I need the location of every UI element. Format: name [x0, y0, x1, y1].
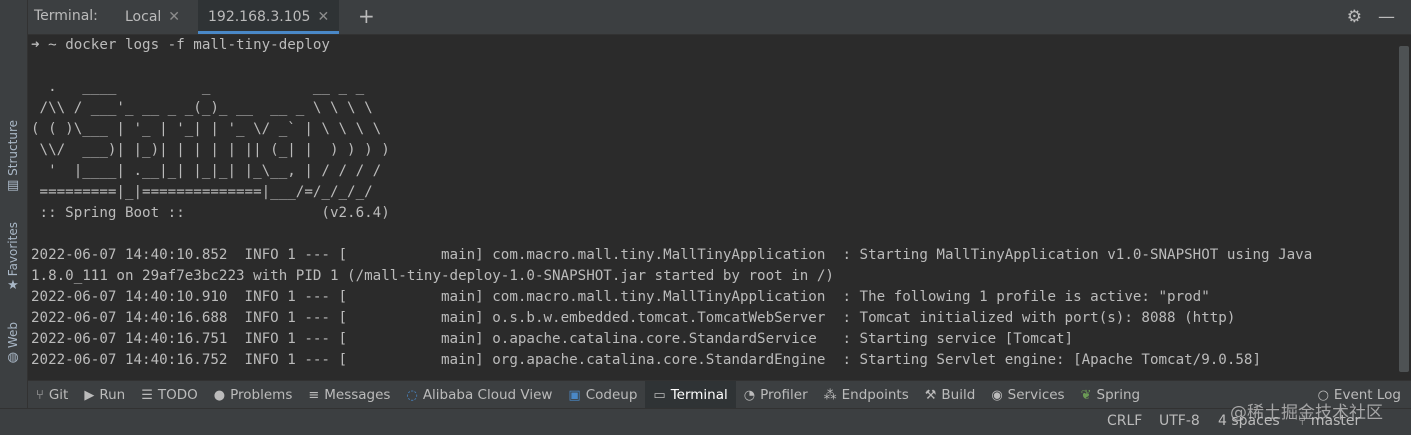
close-icon[interactable]: ✕ [168, 9, 180, 25]
line-separator-widget[interactable]: CRLF [1107, 413, 1142, 429]
blank-line [31, 56, 1397, 77]
log-line: 2022-06-07 14:40:16.751 INFO 1 --- [ mai… [31, 331, 1074, 347]
prompt-arrow-icon: ➜ [31, 37, 40, 53]
profiler-icon: ◔ [743, 387, 756, 403]
tool-spring[interactable]: ❦ Spring [1073, 381, 1148, 409]
left-tool-strip: Structure ▤ Favorites ★ Web ◍ [0, 0, 28, 408]
web-label: Web [6, 322, 20, 349]
spring-icon: ❦ [1080, 387, 1092, 403]
tool-label: Git [48, 387, 69, 403]
scrollbar-thumb[interactable] [1399, 46, 1409, 372]
tool-label: Terminal [670, 387, 728, 403]
services-icon: ◉ [991, 387, 1003, 403]
favorites-tool-tab[interactable]: Favorites ★ [2, 222, 24, 293]
tool-alibaba-cloud-view[interactable]: ◌ Alibaba Cloud View [398, 381, 560, 409]
new-tab-plus-icon[interactable]: + [358, 4, 375, 28]
tool-label: Problems [230, 387, 293, 403]
tool-label: Build [941, 387, 976, 403]
tool-label: Run [99, 387, 126, 403]
tool-problems[interactable]: ● Problems [206, 381, 301, 409]
endpoints-icon: ⁂ [823, 387, 837, 403]
build-icon: ⚒ [924, 387, 937, 403]
tool-label: Spring [1096, 387, 1141, 403]
log-line: 2022-06-07 14:40:16.688 INFO 1 --- [ mai… [31, 310, 1236, 326]
tool-label: Services [1007, 387, 1065, 403]
todo-icon: ☰ [141, 387, 153, 403]
minimize-icon[interactable]: — [1378, 7, 1395, 27]
watermark: @稀土掘金技术社区 [1230, 403, 1383, 423]
tab-local[interactable]: Local ✕ [121, 0, 184, 34]
terminal-output[interactable]: ➜ ~ docker logs -f mall-tiny-deploy . __… [31, 35, 1397, 380]
tool-label: Codeup [585, 387, 638, 403]
tool-label: Messages [324, 387, 391, 403]
codeup-icon: ▣ [568, 387, 581, 403]
structure-tool-tab[interactable]: Structure ▤ [2, 120, 24, 193]
blank-line [31, 224, 1397, 245]
tool-terminal[interactable]: ▭ Terminal [645, 381, 736, 409]
messages-icon: ≡ [308, 387, 320, 403]
web-tool-tab[interactable]: Web ◍ [2, 322, 24, 365]
globe-icon: ◍ [7, 350, 19, 366]
terminal-icon: ▭ [653, 387, 666, 403]
prompt-line: ➜ ~ docker logs -f mall-tiny-deploy [31, 35, 1397, 56]
log-line: 2022-06-07 14:40:10.910 INFO 1 --- [ mai… [31, 289, 1210, 305]
tab-local-label: Local [125, 9, 162, 25]
log-line: 2022-06-07 14:40:16.752 INFO 1 --- [ mai… [31, 352, 1261, 368]
git-icon: ⑂ [36, 387, 44, 403]
star-icon: ★ [7, 278, 19, 294]
tool-label: TODO [157, 387, 198, 403]
tab-remote-host-label: 192.168.3.105 [208, 9, 311, 25]
tool-label: Profiler [760, 387, 808, 403]
spring-banner: . ____ _ __ _ _ /\\ / ___'_ __ _ _(_)_ _… [31, 79, 390, 221]
tool-build[interactable]: ⚒ Build [917, 381, 984, 409]
tool-services[interactable]: ◉ Services [983, 381, 1072, 409]
tab-bar-actions: ⚙ — [1347, 0, 1411, 34]
tool-profiler[interactable]: ◔ Profiler [736, 381, 816, 409]
favorites-label: Favorites [6, 222, 20, 277]
terminal-title: Terminal: [34, 8, 98, 24]
structure-label: Structure [6, 120, 20, 176]
command-text: docker logs -f mall-tiny-deploy [65, 37, 330, 53]
tool-todo[interactable]: ☰ TODO [133, 381, 206, 409]
tool-codeup[interactable]: ▣ Codeup [560, 381, 645, 409]
encoding-widget[interactable]: UTF-8 [1159, 413, 1200, 429]
tool-run[interactable]: ▶ Run [76, 381, 133, 409]
tool-window-bar: ⑂ Git ▶ Run ☰ TODO ● Problems ≡ Messages ◌ Ali… [28, 380, 1411, 409]
log-line: 1.8.0_111 on 29af7e3bc223 with PID 1 (/m… [31, 268, 834, 284]
tool-endpoints[interactable]: ⁂ Endpoints [816, 381, 917, 409]
status-bar: CRLF UTF-8 4 spaces ⑂ master [0, 408, 1411, 435]
structure-icon: ▤ [6, 177, 20, 193]
alibaba-cloud-icon: ◌ [406, 387, 418, 403]
tab-remote-host[interactable]: 192.168.3.105 ✕ [198, 0, 340, 34]
tool-label: Endpoints [841, 387, 909, 403]
close-icon[interactable]: ✕ [317, 9, 329, 25]
tool-messages[interactable]: ≡ Messages [300, 381, 398, 409]
gear-icon[interactable]: ⚙ [1347, 7, 1362, 27]
terminal-tab-bar: Terminal: Local ✕ 192.168.3.105 ✕ + ⚙ — [28, 0, 1411, 35]
tool-label: Alibaba Cloud View [422, 387, 553, 403]
problems-icon: ● [213, 387, 226, 403]
tool-git[interactable]: ⑂ Git [28, 381, 76, 409]
prompt-dir: ~ [48, 37, 57, 53]
log-line: 2022-06-07 14:40:10.852 INFO 1 --- [ mai… [31, 247, 1313, 263]
run-icon: ▶ [84, 387, 95, 403]
